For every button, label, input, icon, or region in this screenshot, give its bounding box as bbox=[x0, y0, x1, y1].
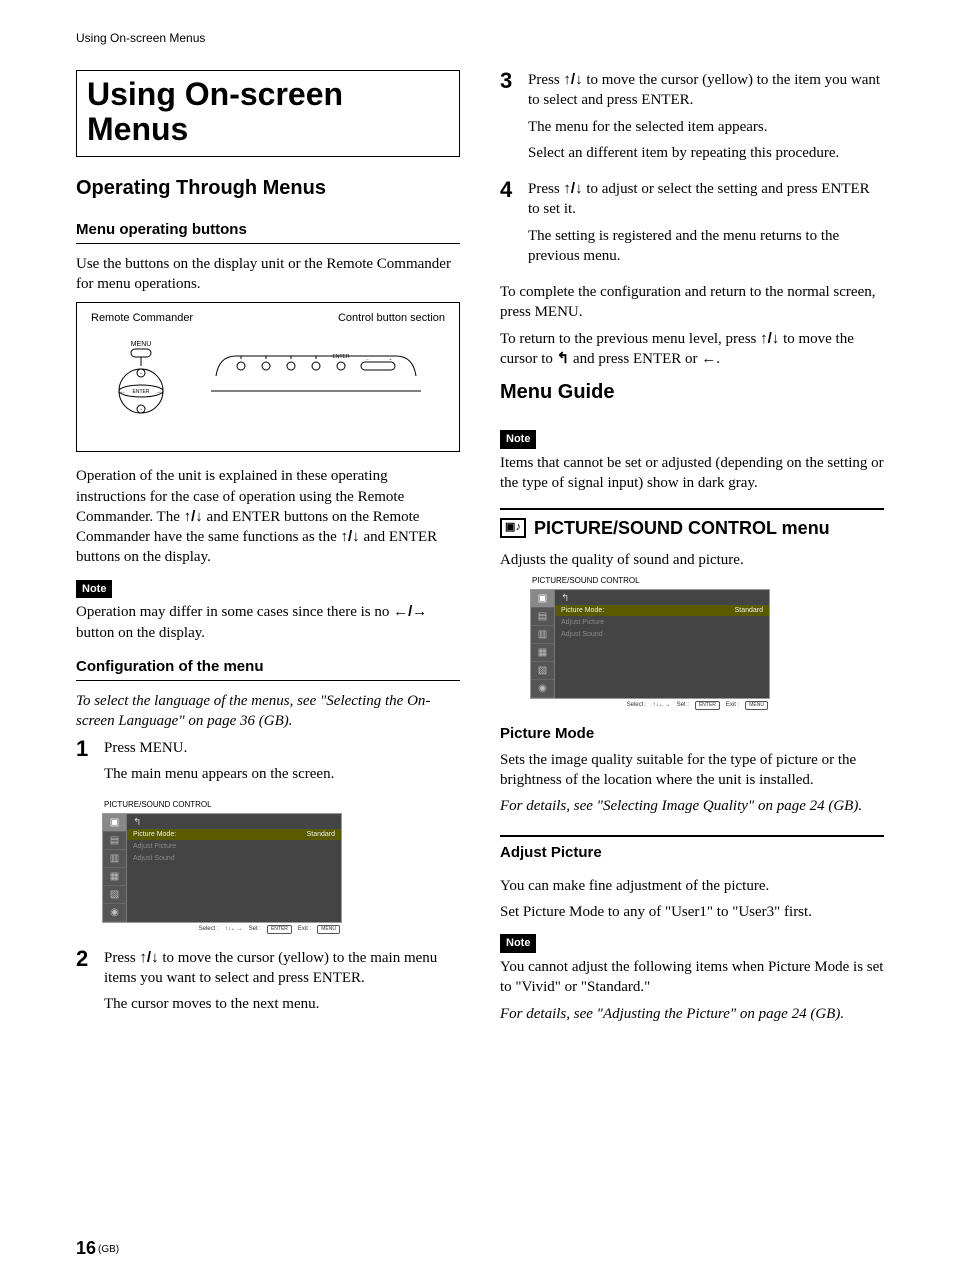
back-arrow-icon: ↰ bbox=[557, 350, 570, 367]
menu-label: MENU bbox=[131, 341, 152, 348]
remote-commander-icon: MENU + + ← → ENTER bbox=[91, 336, 191, 436]
note-badge: Note bbox=[500, 430, 536, 449]
label-remote: Remote Commander bbox=[91, 311, 193, 326]
svg-text:+: + bbox=[140, 408, 143, 413]
note-badge: Note bbox=[76, 580, 112, 599]
menu-tab-icon: ▣ bbox=[531, 590, 554, 608]
up-down-arrows-icon: ↑/↓ bbox=[563, 71, 582, 88]
ps-intro: Adjusts the quality of sound and picture… bbox=[500, 550, 884, 570]
up-down-arrows-icon: ↑/↓ bbox=[563, 180, 582, 197]
label-control-section: Control button section bbox=[338, 311, 445, 326]
section-operating: Operating Through Menus bbox=[76, 175, 460, 202]
note-text-3b: For details, see "Adjusting the Picture"… bbox=[500, 1004, 884, 1024]
step3-line2: The menu for the selected item appears. bbox=[528, 117, 884, 137]
paragraph-intro: Use the buttons on the display unit or t… bbox=[76, 254, 460, 295]
up-down-arrows-icon: ↑/↓ bbox=[139, 949, 158, 966]
step1-line2: The main menu appears on the screen. bbox=[104, 764, 460, 784]
menu-screenshot-right: PICTURE/SOUND CONTROL ▣ ▤ ▥ ▦ ▧ ◉ ↰ Pict… bbox=[530, 576, 770, 710]
svg-text:+: + bbox=[140, 372, 143, 377]
main-columns: Using On-screen Menus Operating Through … bbox=[76, 70, 884, 1030]
complete-config-p1: To complete the configuration and return… bbox=[500, 282, 884, 323]
note-text-3a: You cannot adjust the following items wh… bbox=[500, 957, 884, 998]
back-icon: ↰ bbox=[561, 594, 763, 604]
menu-tab-icon: ▧ bbox=[531, 662, 554, 680]
menu-title: PICTURE/SOUND CONTROL bbox=[102, 800, 342, 811]
remote-diagram-box: Remote Commander Control button section … bbox=[76, 302, 460, 452]
menu-tab-icon: ▤ bbox=[531, 608, 554, 626]
up-down-arrows-icon: ↑/↓ bbox=[184, 508, 203, 525]
menu-title: PICTURE/SOUND CONTROL bbox=[530, 576, 770, 587]
enter-label: ENTER bbox=[133, 389, 150, 395]
step-1: 1 Press MENU. The main menu appears on t… bbox=[76, 738, 460, 791]
menu-tab-icon: ▥ bbox=[531, 626, 554, 644]
svg-text:−: − bbox=[366, 358, 369, 363]
step1-line1: Press MENU. bbox=[104, 738, 460, 758]
note-badge: Note bbox=[500, 934, 536, 953]
step-3: 3 Press ↑/↓ to move the cursor (yellow) … bbox=[500, 70, 884, 169]
left-column: Using On-screen Menus Operating Through … bbox=[76, 70, 460, 1030]
heading-adjust-picture: Adjust Picture bbox=[500, 835, 884, 866]
language-crossref: To select the language of the menus, see… bbox=[76, 691, 460, 732]
menu-tab-icon: ◉ bbox=[531, 680, 554, 698]
menu-tab-icon: ▣ bbox=[103, 814, 126, 832]
running-header: Using On-screen Menus bbox=[76, 30, 884, 46]
menu-tab-icon: ▦ bbox=[531, 644, 554, 662]
left-right-arrows-icon: ←/→ bbox=[393, 603, 427, 620]
control-panel-icon: ENTER − + bbox=[211, 336, 421, 436]
svg-text:←: ← bbox=[120, 389, 126, 395]
menu-screenshot-left: PICTURE/SOUND CONTROL ▣ ▤ ▥ ▦ ▧ ◉ ↰ Pict… bbox=[102, 800, 342, 934]
step2-line2: The cursor moves to the next menu. bbox=[104, 994, 460, 1014]
step4-line1: Press ↑/↓ to adjust or select the settin… bbox=[528, 179, 884, 220]
menu-tab-icon: ▥ bbox=[103, 850, 126, 868]
step-2: 2 Press ↑/↓ to move the cursor (yellow) … bbox=[76, 948, 460, 1021]
picture-mode-crossref: For details, see "Selecting Image Qualit… bbox=[500, 796, 884, 816]
step-number: 4 bbox=[500, 179, 518, 272]
section-menu-guide: Menu Guide bbox=[500, 379, 884, 406]
note-text-1: Operation may differ in some cases since… bbox=[76, 602, 460, 643]
left-arrow-icon: ← bbox=[701, 350, 716, 367]
step3-line3: Select an different item by repeating th… bbox=[528, 143, 884, 163]
step2-line1: Press ↑/↓ to move the cursor (yellow) to… bbox=[104, 948, 460, 989]
menu-tab-icon: ▧ bbox=[103, 886, 126, 904]
svg-text:+: + bbox=[389, 358, 392, 363]
back-icon: ↰ bbox=[133, 818, 335, 828]
heading-configuration: Configuration of the menu bbox=[76, 657, 460, 681]
up-down-arrows-icon: ↑/↓ bbox=[760, 330, 779, 347]
svg-text:→: → bbox=[156, 389, 162, 395]
step-number: 3 bbox=[500, 70, 518, 169]
note-text-2: Items that cannot be set or adjusted (de… bbox=[500, 453, 884, 494]
page-number: 16(GB) bbox=[76, 1236, 119, 1260]
page-title: Using On-screen Menus bbox=[76, 70, 460, 156]
picture-sound-heading: ▣♪ PICTURE/SOUND CONTROL menu bbox=[500, 508, 884, 540]
adjust-picture-p1: You can make fine adjustment of the pict… bbox=[500, 876, 884, 896]
step-4: 4 Press ↑/↓ to adjust or select the sett… bbox=[500, 179, 884, 272]
picture-sound-icon: ▣♪ bbox=[500, 518, 526, 538]
step3-line1: Press ↑/↓ to move the cursor (yellow) to… bbox=[528, 70, 884, 111]
step4-line2: The setting is registered and the menu r… bbox=[528, 226, 884, 267]
step-number: 2 bbox=[76, 948, 94, 1021]
right-column: 3 Press ↑/↓ to move the cursor (yellow) … bbox=[500, 70, 884, 1030]
complete-config-p2: To return to the previous menu level, pr… bbox=[500, 329, 884, 370]
heading-menu-buttons: Menu operating buttons bbox=[76, 220, 460, 244]
adjust-picture-p2: Set Picture Mode to any of "User1" to "U… bbox=[500, 902, 884, 922]
svg-text:ENTER: ENTER bbox=[333, 354, 350, 360]
picture-mode-p1: Sets the image quality suitable for the … bbox=[500, 750, 884, 791]
paragraph-operation-note: Operation of the unit is explained in th… bbox=[76, 466, 460, 567]
menu-tab-icon: ◉ bbox=[103, 904, 126, 922]
menu-tab-icon: ▦ bbox=[103, 868, 126, 886]
heading-picture-mode: Picture Mode bbox=[500, 724, 884, 744]
menu-tab-icon: ▤ bbox=[103, 832, 126, 850]
step-number: 1 bbox=[76, 738, 94, 791]
up-down-arrows-icon: ↑/↓ bbox=[341, 528, 360, 545]
